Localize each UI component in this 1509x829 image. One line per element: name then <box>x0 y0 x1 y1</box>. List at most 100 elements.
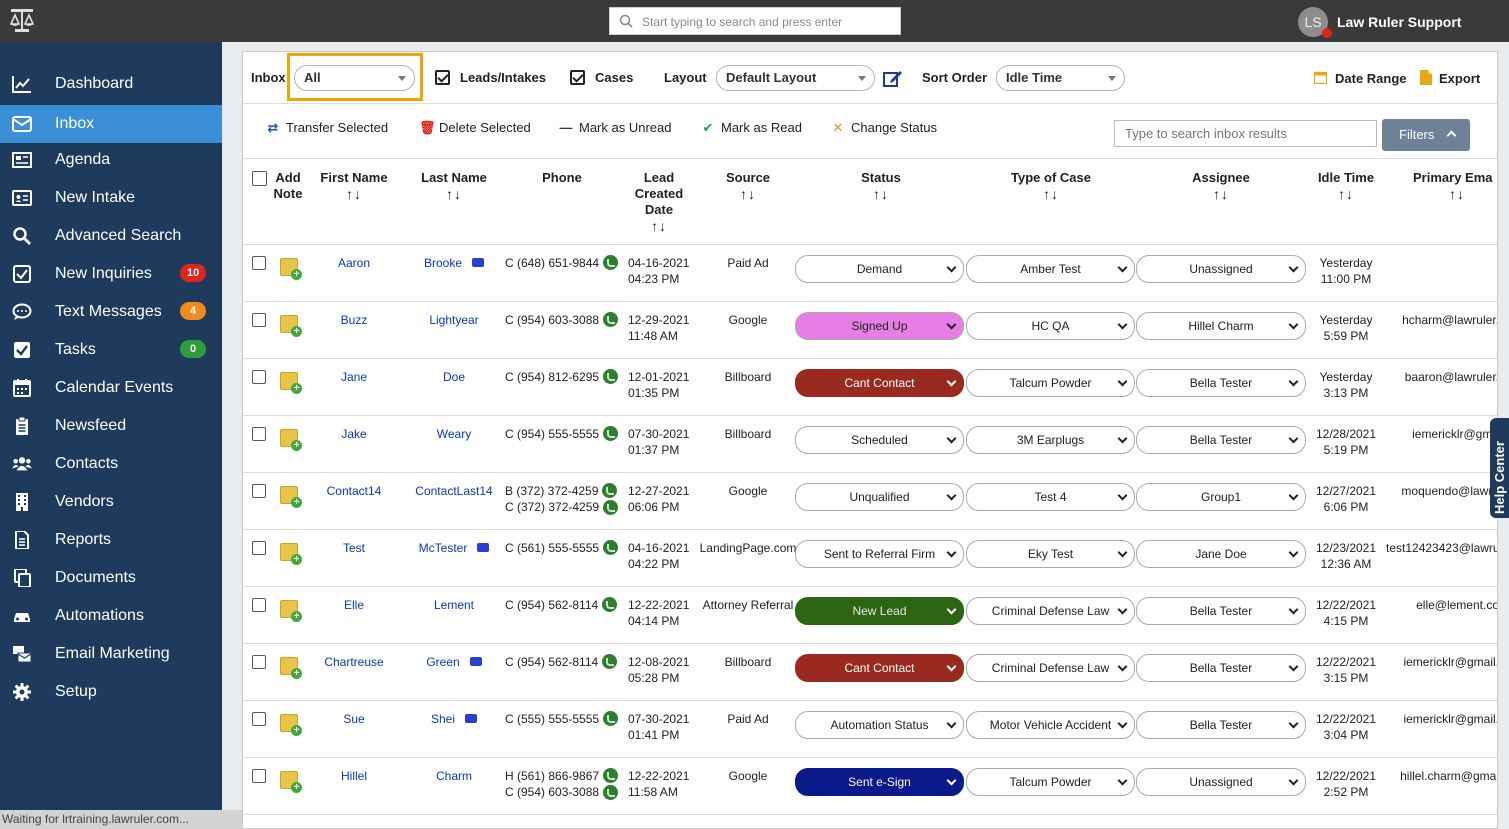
primary-email-cell[interactable]: iemericklr@gmail. <box>1386 711 1497 727</box>
add-note-icon[interactable] <box>280 315 302 337</box>
briefcase-icon[interactable] <box>465 714 478 723</box>
mark-as-read-button[interactable]: ✔ Mark as Read <box>701 120 802 136</box>
table-row[interactable]: Chartreuse Green C (954) 562-8114 12-08-… <box>243 644 1497 701</box>
briefcase-icon[interactable] <box>469 657 482 666</box>
call-phone-icon[interactable] <box>602 597 618 613</box>
sidebar-item-documents[interactable]: Documents <box>0 559 222 597</box>
last-name-link[interactable]: Charm <box>436 769 472 783</box>
first-name-link[interactable]: Buzz <box>315 312 393 328</box>
first-name-link[interactable]: Sue <box>315 711 393 727</box>
last-name-link[interactable]: Green <box>426 655 459 669</box>
row-select-checkbox[interactable] <box>252 313 266 327</box>
case-type-select[interactable]: Amber Test <box>966 255 1135 283</box>
assignee-select[interactable]: Unassigned <box>1136 255 1306 283</box>
edit-layout-icon[interactable] <box>883 69 903 87</box>
sidebar-item-new-inquiries[interactable]: New Inquiries 10 <box>0 255 222 293</box>
sidebar-item-reports[interactable]: Reports <box>0 521 222 559</box>
call-phone-icon[interactable] <box>603 312 619 328</box>
phone-number-text[interactable]: C (954) 812-6295 <box>505 370 599 384</box>
case-type-select[interactable]: HC QA <box>966 312 1135 340</box>
first-name-link[interactable]: Aaron <box>315 255 393 271</box>
call-phone-icon[interactable] <box>603 784 619 800</box>
table-row[interactable]: Contact14 ContactLast14 B (372) 372-4259… <box>243 473 1497 530</box>
row-select-checkbox[interactable] <box>252 427 266 441</box>
call-phone-icon[interactable] <box>603 369 619 385</box>
sidebar-item-setup[interactable]: Setup <box>0 673 222 711</box>
last-name-link[interactable]: Weary <box>437 427 471 441</box>
row-select-checkbox[interactable] <box>252 712 266 726</box>
case-type-select[interactable]: Test 4 <box>966 483 1135 511</box>
call-phone-icon[interactable] <box>603 768 619 784</box>
row-select-checkbox[interactable] <box>252 655 266 669</box>
phone-number-text[interactable]: C (372) 372-4259 <box>505 500 599 514</box>
assignee-select[interactable]: Bella Tester <box>1136 597 1306 625</box>
column-last-name[interactable]: Last Name ↑↓ <box>415 170 493 202</box>
phone-number-text[interactable]: C (561) 555-5555 <box>505 541 599 555</box>
sort-arrows-icon[interactable]: ↑↓ <box>628 218 690 234</box>
layout-select[interactable]: Default Layout <box>716 65 875 91</box>
status-select[interactable]: New Lead <box>795 597 964 625</box>
assignee-select[interactable]: Unassigned <box>1136 768 1306 796</box>
phone-number-text[interactable]: C (954) 603-3088 <box>505 785 599 799</box>
case-type-select[interactable]: 3M Earplugs <box>966 426 1135 454</box>
first-name-link[interactable]: Test <box>315 540 393 556</box>
sort-order-select[interactable]: Idle Time <box>996 65 1125 91</box>
assignee-select[interactable]: Bella Tester <box>1136 426 1306 454</box>
briefcase-icon[interactable] <box>472 258 485 267</box>
filters-button[interactable]: Filters <box>1382 119 1470 151</box>
sidebar-item-email-marketing[interactable]: Email Marketing <box>0 635 222 673</box>
last-name-link[interactable]: Brooke <box>424 256 462 270</box>
primary-email-cell[interactable]: moquendo@lawru <box>1386 483 1497 499</box>
call-phone-icon[interactable] <box>602 654 618 670</box>
status-select[interactable]: Automation Status <box>795 711 964 739</box>
row-select-checkbox[interactable] <box>252 598 266 612</box>
add-note-icon[interactable] <box>280 372 302 394</box>
status-select[interactable]: Cant Contact <box>795 369 964 397</box>
row-select-checkbox[interactable] <box>252 256 266 270</box>
column-first-name[interactable]: First Name ↑↓ <box>315 170 393 202</box>
assignee-select[interactable]: Bella Tester <box>1136 369 1306 397</box>
last-name-link[interactable]: McTester <box>419 541 468 555</box>
sort-arrows-icon[interactable]: ↑↓ <box>841 186 921 202</box>
call-phone-icon[interactable] <box>603 426 619 442</box>
sort-arrows-icon[interactable]: ↑↓ <box>996 186 1106 202</box>
add-note-icon[interactable] <box>280 714 302 736</box>
cases-checkbox[interactable] <box>570 70 585 85</box>
briefcase-icon[interactable] <box>477 543 490 552</box>
phone-number-text[interactable]: C (555) 555-5555 <box>505 712 599 726</box>
column-idle-time[interactable]: Idle Time ↑↓ <box>1306 170 1386 202</box>
call-phone-icon[interactable] <box>603 711 619 727</box>
primary-email-cell[interactable]: elle@lement.co <box>1386 597 1497 613</box>
status-select[interactable]: Sent to Referral Firm <box>795 540 964 568</box>
row-select-checkbox[interactable] <box>252 484 266 498</box>
column-primary-email[interactable]: Primary Ema ↑↓ <box>1413 170 1497 202</box>
sort-arrows-icon[interactable]: ↑↓ <box>315 186 393 202</box>
assignee-select[interactable]: Hillel Charm <box>1136 312 1306 340</box>
add-note-icon[interactable] <box>280 771 302 793</box>
assignee-select[interactable]: Group1 <box>1136 483 1306 511</box>
status-select[interactable]: Sent e-Sign <box>795 768 964 796</box>
status-select[interactable]: Signed Up <box>795 312 964 340</box>
table-row[interactable]: Jane Doe C (954) 812-6295 12-01-2021 01:3… <box>243 359 1497 416</box>
table-row[interactable]: Jake Weary C (954) 555-5555 07-30-2021 01… <box>243 416 1497 473</box>
inbox-filter-select[interactable]: All <box>294 65 415 91</box>
case-type-select[interactable]: Talcum Powder <box>966 369 1135 397</box>
first-name-link[interactable]: Jake <box>315 426 393 442</box>
sidebar-item-advanced-search[interactable]: Advanced Search <box>0 217 222 255</box>
sort-arrows-icon[interactable]: ↑↓ <box>1176 186 1266 202</box>
table-row[interactable]: Hillel Charm H (561) 866-9867 C (954) 603… <box>243 758 1497 815</box>
status-select[interactable]: Cant Contact <box>795 654 964 682</box>
export-button[interactable]: Export <box>1439 71 1480 86</box>
primary-email-cell[interactable]: baaron@lawruler. <box>1386 369 1497 385</box>
phone-number-text[interactable]: C (954) 562-8114 <box>505 598 598 612</box>
add-note-icon[interactable] <box>280 258 302 280</box>
last-name-link[interactable]: Doe <box>443 370 465 384</box>
case-type-select[interactable]: Criminal Defense Law <box>966 654 1135 682</box>
last-name-link[interactable]: ContactLast14 <box>415 484 492 498</box>
row-select-checkbox[interactable] <box>252 769 266 783</box>
sidebar-item-automations[interactable]: Automations <box>0 597 222 635</box>
table-row[interactable]: Test McTester C (561) 555-5555 04-16-202… <box>243 530 1497 587</box>
first-name-link[interactable]: Hillel <box>315 768 393 784</box>
column-source[interactable]: Source ↑↓ <box>714 170 782 202</box>
phone-number-text[interactable]: C (954) 603-3088 <box>505 313 599 327</box>
